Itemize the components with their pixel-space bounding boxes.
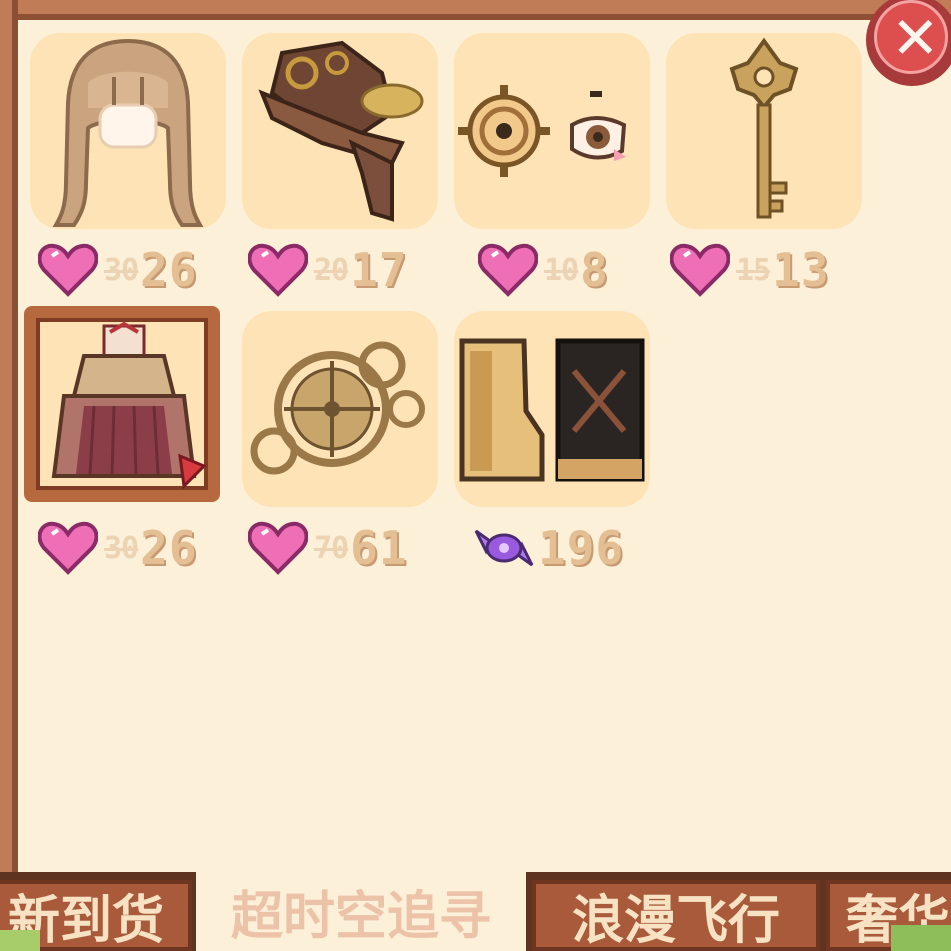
clockwork-gears-icon <box>250 341 425 475</box>
grass-decoration <box>891 925 951 951</box>
heart-currency-icon <box>38 243 98 297</box>
window-frame-top <box>0 0 951 20</box>
golden-key-icon <box>729 37 799 219</box>
steampunk-hat-icon <box>258 40 424 222</box>
old-price: 70 <box>314 530 349 566</box>
tab-time-travel[interactable]: 超时空追寻 <box>196 872 526 951</box>
item-slot-hair[interactable] <box>30 33 226 229</box>
brown-long-hair-icon <box>52 38 204 227</box>
heart-currency-icon <box>478 243 538 297</box>
price-hair: 30 26 <box>38 240 198 300</box>
old-price: 10 <box>544 252 579 288</box>
old-price: 30 <box>104 530 139 566</box>
item-slot-hat[interactable] <box>242 33 438 229</box>
item-slot-dress[interactable] <box>24 306 220 502</box>
steampunk-dress-icon <box>51 321 207 490</box>
price-hat: 20 17 <box>248 240 408 300</box>
close-icon: ✕ <box>891 4 940 72</box>
price-key: 15 13 <box>670 240 830 300</box>
boots-icon <box>459 338 645 482</box>
item-slot-background[interactable] <box>242 311 438 507</box>
close-button-face: ✕ <box>874 0 948 74</box>
new-price: 26 <box>140 521 198 575</box>
price-boots: 196 <box>472 518 624 578</box>
tab-romantic-flight[interactable]: 浪漫飞行 <box>532 880 820 951</box>
heart-currency-icon <box>248 521 308 575</box>
new-price: 61 <box>350 521 408 575</box>
item-slot-key[interactable] <box>666 33 862 229</box>
new-price: 26 <box>140 243 198 297</box>
price-background: 70 61 <box>248 518 408 578</box>
heart-currency-icon <box>670 243 730 297</box>
price-eye-accessory: 10 8 <box>478 240 609 300</box>
new-price: 8 <box>580 243 609 297</box>
price-dress: 30 26 <box>38 518 198 578</box>
item-slot-eye-accessory[interactable] <box>454 33 650 229</box>
window-frame-left <box>0 0 18 880</box>
candy-currency-icon <box>474 529 534 567</box>
new-price: 13 <box>772 243 830 297</box>
heart-currency-icon <box>38 521 98 575</box>
heart-currency-icon <box>248 243 308 297</box>
grass-decoration <box>0 930 40 951</box>
new-price: 196 <box>538 521 625 575</box>
old-price: 30 <box>104 252 139 288</box>
new-price: 17 <box>350 243 408 297</box>
old-price: 20 <box>314 252 349 288</box>
old-price: 15 <box>736 252 771 288</box>
gear-eye-icon <box>458 85 627 177</box>
category-tab-bar: 新到货 超时空追寻 浪漫飞行 奢华 <box>0 872 951 951</box>
item-slot-boots[interactable] <box>454 311 650 507</box>
